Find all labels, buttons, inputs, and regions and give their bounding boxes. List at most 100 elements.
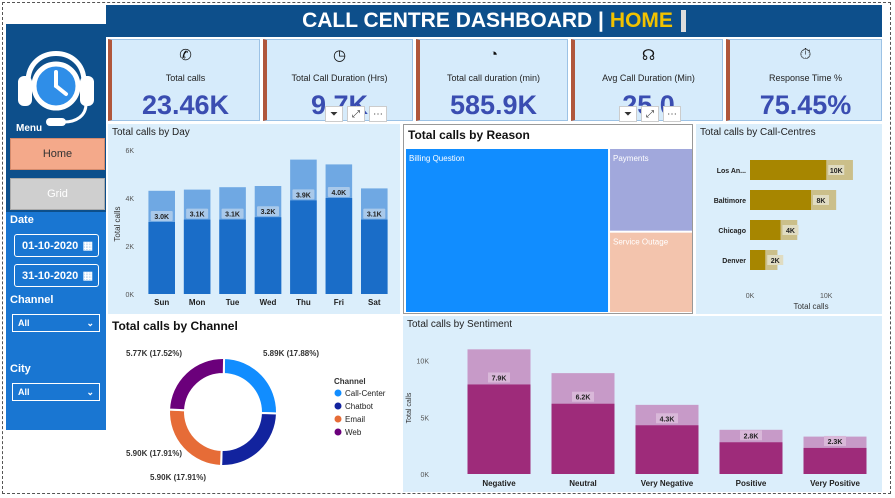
calls-by-channel-chart: 5.89K (17.88%) 5.90K (17.91%) 5.90K (17.91…: [126, 349, 386, 482]
calendar-icon[interactable]: ▦: [83, 269, 93, 282]
channel-dropdown[interactable]: All ⌄: [12, 314, 100, 332]
data-label: 5.90K (17.91%): [126, 449, 182, 458]
bar: [635, 425, 699, 474]
kpi-value: 585.9K: [449, 90, 538, 120]
calls-by-sentiment-panel[interactable]: Total calls by Sentiment 0K 5K 10K Total ca…: [403, 316, 882, 492]
y-tick-label: 0K: [125, 292, 134, 299]
data-label: 4.3K: [660, 416, 675, 423]
dashboard-header: CALL CENTRE DASHBOARD | HOME: [106, 5, 882, 37]
calls-by-channel-panel[interactable]: Total calls by Channel 5.89K (17.88%) 5.9…: [108, 316, 400, 492]
bar: [219, 219, 246, 294]
data-label: 5.90K (17.91%): [150, 473, 206, 482]
legend-marker: [334, 428, 342, 436]
focus-mode-icon[interactable]: ⤢: [641, 106, 659, 122]
calendar-icon[interactable]: ▦: [83, 239, 93, 252]
treemap-label: Billing Question: [409, 154, 465, 163]
date-to-field[interactable]: 31-10-2020 ▦: [14, 264, 99, 287]
bar: [290, 200, 317, 294]
filter-icon[interactable]: ⏷: [619, 106, 637, 122]
treemap-label: Payments: [613, 154, 649, 163]
channel-dropdown-value: All: [18, 318, 30, 328]
x-tick-label: 10K: [820, 293, 833, 300]
more-options-icon[interactable]: ⋯: [369, 106, 387, 122]
more-options-icon[interactable]: ⋯: [663, 106, 681, 122]
data-label: 5.89K (17.88%): [263, 349, 319, 358]
bar: [719, 442, 783, 474]
calls-by-reason-panel[interactable]: Total calls by Reason Billing Question Pa…: [403, 124, 693, 314]
kpi-card-total-call-duration-hrs[interactable]: ◷ Total Call Duration (Hrs) 9.7K ⏷ ⤢ ⋯: [263, 39, 413, 122]
legend-item: Web: [345, 428, 362, 437]
data-label: 3.2K: [261, 209, 276, 216]
bar: [750, 160, 827, 180]
menu-label: Menu: [16, 123, 43, 134]
bar: [803, 447, 867, 474]
title-cursor-bar: [680, 10, 686, 32]
channel-label: Channel: [10, 294, 54, 306]
bar: [361, 219, 388, 294]
bar: [551, 403, 615, 474]
data-label: 4.0K: [331, 190, 346, 197]
y-tick-label: 5K: [420, 415, 429, 422]
data-label: 3.9K: [296, 192, 311, 199]
phone-icon: ✆: [179, 47, 192, 64]
kpi-label: Total calls: [165, 73, 206, 83]
calls-by-centre-panel[interactable]: Total calls by Call-Centres Los An... 10K…: [696, 124, 882, 314]
visual-header-icons: ⏷ ⤢ ⋯: [619, 106, 681, 122]
bar: [148, 222, 175, 294]
home-button[interactable]: Home: [10, 138, 105, 170]
data-label: 7.9K: [492, 375, 507, 382]
calls-by-sentiment-chart: 0K 5K 10K Total calls 7.9K Negative 6.2K Neutra…: [406, 349, 867, 488]
visual-header-icons: ⏷ ⤢ ⋯: [325, 106, 387, 122]
y-tick-label: 2K: [125, 244, 134, 251]
legend-marker: [334, 415, 342, 423]
x-tick-label: Sun: [154, 298, 169, 307]
chevron-down-icon: ⌄: [86, 386, 94, 397]
x-tick-label: Mon: [189, 298, 206, 307]
date-to-value: 31-10-2020: [22, 269, 79, 282]
donut-slice: [220, 411, 279, 467]
city-dropdown[interactable]: All ⌄: [12, 383, 100, 401]
filter-icon[interactable]: ⏷: [325, 106, 343, 122]
sidebar: Menu Home Grid Date 01-10-2020 ▦ 31-10-2…: [6, 24, 106, 430]
kpi-card-total-calls[interactable]: ✆ Total calls 23.46K: [108, 39, 260, 121]
data-label: 10K: [830, 168, 843, 175]
kpi-card-response-time[interactable]: ⏱ Response Time % 75.45%: [726, 39, 882, 121]
bar: [750, 190, 811, 210]
y-tick-label: Denver: [722, 258, 746, 265]
bar: [325, 198, 353, 294]
date-from-value: 01-10-2020: [22, 239, 79, 252]
x-axis-label: Total calls: [793, 302, 828, 311]
legend-item: Call-Center: [345, 389, 386, 398]
x-tick-label: 0K: [746, 293, 755, 300]
all-hours-icon: ◔: [488, 46, 499, 63]
y-axis-label: Total calls: [406, 392, 413, 423]
y-axis-label: Total calls: [113, 206, 122, 241]
grid-button[interactable]: Grid: [10, 178, 105, 210]
calls-by-day-panel[interactable]: Total calls by Day 0K 2K 4K 6K Total calls 3.…: [108, 124, 400, 314]
y-tick-label: 10K: [417, 359, 430, 366]
x-tick-label: Fri: [334, 298, 344, 307]
calls-by-centre-chart: Los An... 10K Baltimore 8K Chicago 4K Denver 2K…: [714, 160, 853, 311]
x-tick-label: Very Positive: [810, 479, 860, 488]
data-label: 3.1K: [367, 212, 382, 219]
focus-mode-icon[interactable]: ⤢: [347, 106, 365, 122]
calls-by-reason-chart: Billing Question Payments Service Outage: [406, 149, 692, 312]
legend-marker: [334, 402, 342, 410]
y-tick-label: 6K: [125, 148, 134, 155]
headset-clock-icon: [18, 51, 94, 126]
kpi-card-avg-call-duration[interactable]: ☊ Avg Call Duration (Min) 25.0 ⏷ ⤢ ⋯: [571, 39, 723, 122]
legend-marker: [334, 389, 342, 397]
data-label: 5.77K (17.52%): [126, 349, 182, 358]
bar: [750, 250, 766, 270]
data-label: 4K: [786, 228, 795, 235]
legend-item: Chatbot: [345, 402, 374, 411]
bar: [254, 217, 282, 294]
x-tick-label: Sat: [368, 298, 381, 307]
page-name: HOME: [609, 9, 673, 32]
kpi-label: Response Time %: [768, 73, 843, 83]
stopwatch-icon: ⏱: [799, 46, 812, 63]
x-tick-label: Wed: [260, 298, 277, 307]
kpi-card-total-call-duration-min[interactable]: ◔ Total call duration (min) 585.9K: [416, 39, 568, 121]
data-label: 2K: [771, 258, 780, 265]
date-from-field[interactable]: 01-10-2020 ▦: [14, 234, 99, 257]
